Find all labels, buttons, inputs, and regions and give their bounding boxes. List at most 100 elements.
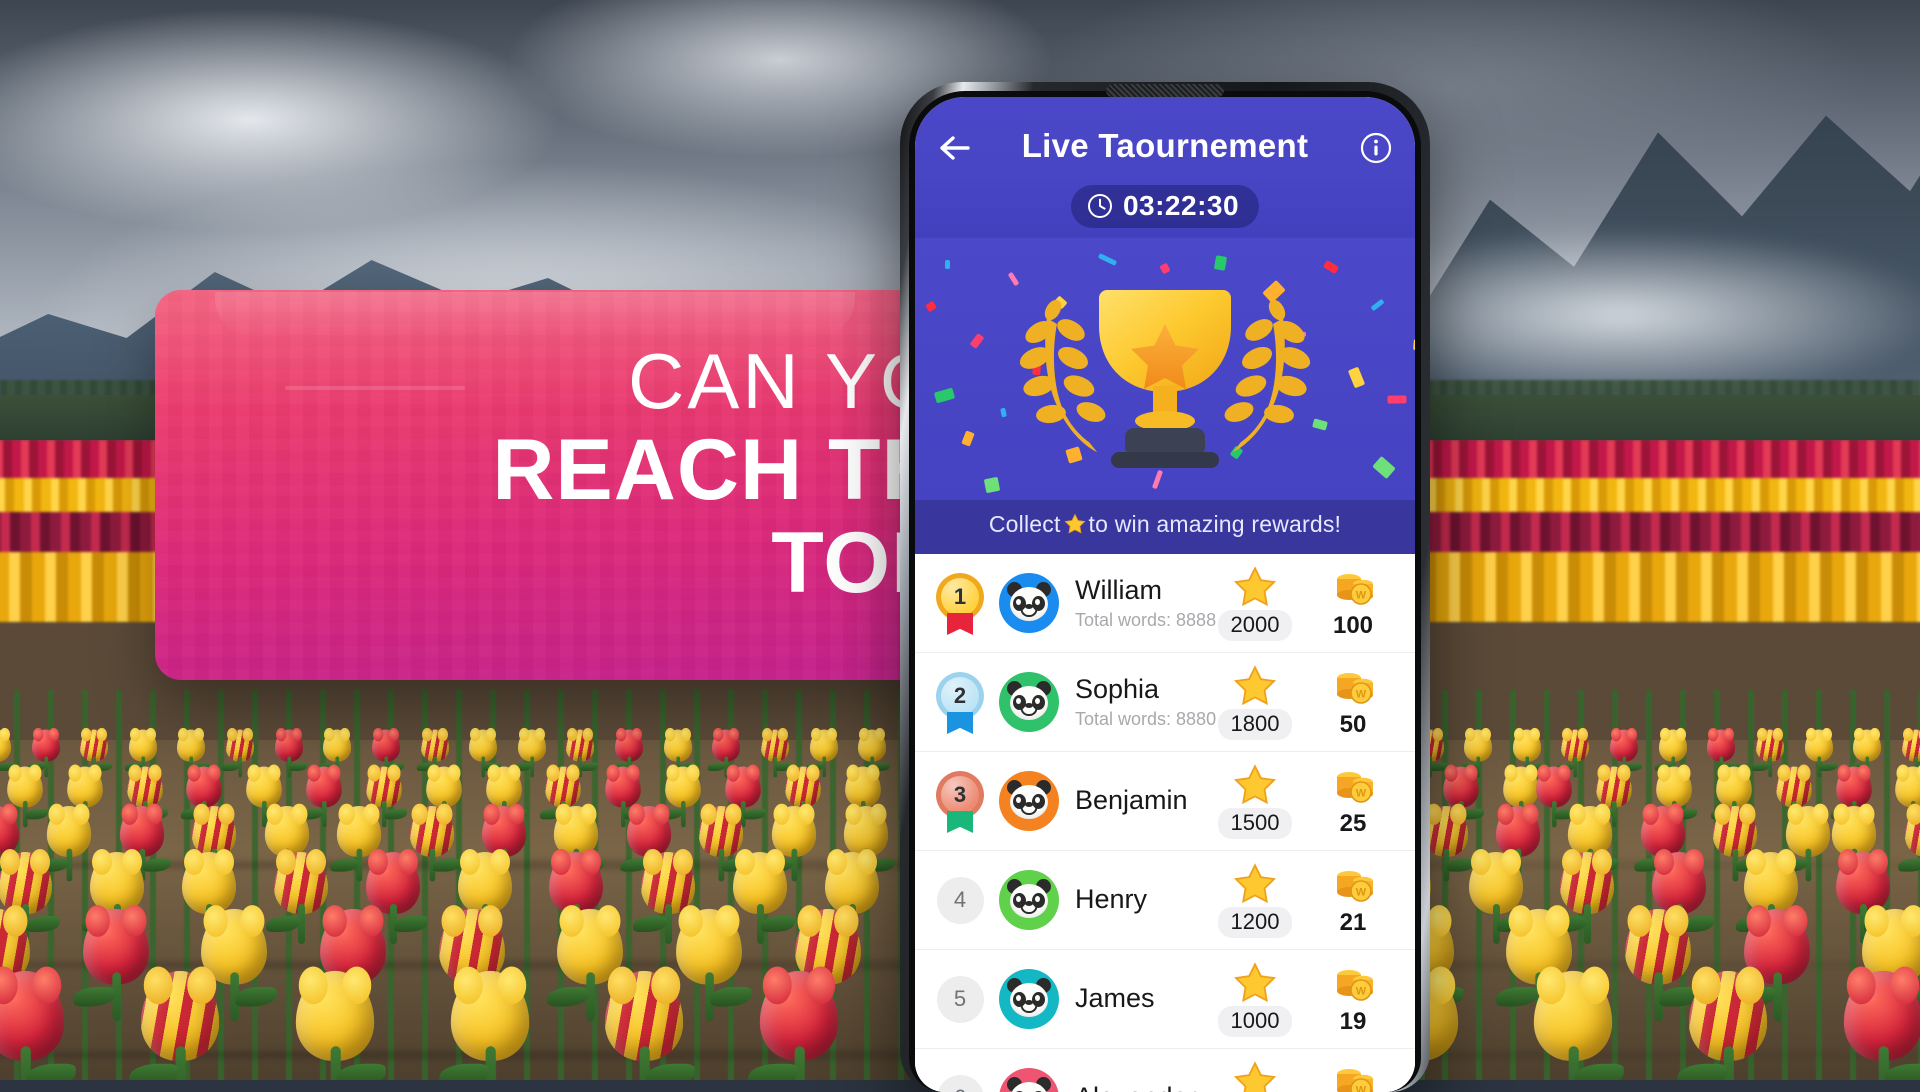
player-cell: Benjamin <box>1059 785 1203 816</box>
table-row[interactable]: 6 Alexander800W15 <box>915 1049 1415 1092</box>
top-bar: Live Taournement <box>915 123 1415 185</box>
avatar <box>999 672 1059 732</box>
trophy-illustration <box>985 246 1345 496</box>
svg-text:W: W <box>1356 1084 1367 1092</box>
rank-cell: 6 <box>929 1075 991 1092</box>
clock-icon <box>1087 193 1113 219</box>
svg-text:W: W <box>1356 787 1367 799</box>
coin-value: 100 <box>1307 612 1399 640</box>
star-icon <box>1203 763 1307 807</box>
table-row[interactable]: 3 Benjamin 1500 W 25 <box>915 752 1415 851</box>
coin-value: 21 <box>1307 909 1399 937</box>
player-name: Benjamin <box>1075 785 1203 816</box>
laurel-icon <box>1222 297 1314 452</box>
rank-badge: 5 <box>937 976 984 1023</box>
star-icon <box>1203 862 1307 906</box>
medal-icon: 1 <box>934 573 986 633</box>
coin-cell: W 25 <box>1307 765 1399 838</box>
player-name: William <box>1075 575 1203 606</box>
star-value: 2000 <box>1218 610 1293 641</box>
avatar <box>999 969 1059 1029</box>
player-cell: James <box>1059 983 1203 1014</box>
hero-banner <box>915 238 1415 500</box>
rank-cell: 2 <box>929 672 991 732</box>
star-icon <box>1203 961 1307 1005</box>
rank-cell: 4 <box>929 877 991 924</box>
coin-cell: W 21 <box>1307 864 1399 937</box>
coin-value: 19 <box>1307 1008 1399 1036</box>
player-cell: Henry <box>1059 884 1203 915</box>
trophy-icon <box>1099 290 1231 468</box>
star-cell: 1000 <box>1203 961 1307 1037</box>
avatar <box>999 771 1059 831</box>
coin-cell: W 19 <box>1307 963 1399 1036</box>
player-subtitle: Total words: 8888 <box>1075 610 1203 631</box>
player-name: Alexander <box>1075 1082 1203 1092</box>
star-cell: 1800 <box>1203 664 1307 740</box>
promo-line-2: REACH THE <box>197 424 1003 517</box>
countdown-timer: 03:22:30 <box>1071 185 1259 228</box>
player-cell: William Total words: 8888 <box>1059 575 1203 630</box>
page-title: Live Taournement <box>915 127 1415 165</box>
rank-badge: 6 <box>937 1075 984 1092</box>
cta-banner: Collect to win amazing rewards! <box>915 500 1415 554</box>
table-row[interactable]: 4 Henry 1200 W 21 <box>915 851 1415 950</box>
star-cell: 1200 <box>1203 862 1307 938</box>
coin-cell: W 100 <box>1307 567 1399 640</box>
coin-stack-icon: W <box>1307 567 1399 611</box>
avatar <box>999 573 1059 633</box>
medal-icon: 3 <box>934 771 986 831</box>
player-cell: Sophia Total words: 8880 <box>1059 674 1203 729</box>
info-circle-icon[interactable] <box>1359 131 1393 165</box>
star-value: 1500 <box>1218 808 1293 839</box>
promo-sheen <box>215 292 855 338</box>
timer-area: 03:22:30 <box>915 185 1415 238</box>
star-value: 1200 <box>1218 907 1293 938</box>
star-icon <box>1203 1060 1307 1092</box>
player-name: Sophia <box>1075 674 1203 705</box>
phone-screen: Live Taournement <box>915 97 1415 1092</box>
coin-cell: W 50 <box>1307 666 1399 739</box>
laurel-icon <box>1017 297 1109 452</box>
table-row[interactable]: 2 Sophia Total words: 8880 1800 W 50 <box>915 653 1415 752</box>
svg-text:W: W <box>1356 985 1367 997</box>
player-cell: Alexander <box>1059 1082 1203 1092</box>
star-icon <box>1203 565 1307 609</box>
avatar <box>999 1068 1059 1092</box>
star-cell: 1500 <box>1203 763 1307 839</box>
coin-cell: W15 <box>1307 1062 1399 1092</box>
app-header: Live Taournement <box>915 97 1415 238</box>
coin-value: 50 <box>1307 711 1399 739</box>
medal-icon: 2 <box>934 672 986 732</box>
player-name: Henry <box>1075 884 1203 915</box>
coin-stack-icon: W <box>1307 1062 1399 1092</box>
avatar <box>999 870 1059 930</box>
coin-stack-icon: W <box>1307 666 1399 710</box>
timer-value: 03:22:30 <box>1123 190 1239 222</box>
promo-line-3: TOP? <box>197 517 1003 610</box>
earpiece-speaker <box>1106 84 1224 97</box>
coin-stack-icon: W <box>1307 864 1399 908</box>
leaderboard[interactable]: 1 William Total words: 8888 2000 W 100 2 Sophia… <box>915 554 1415 1092</box>
rank-cell: 5 <box>929 976 991 1023</box>
coin-stack-icon: W <box>1307 963 1399 1007</box>
svg-text:W: W <box>1356 688 1367 700</box>
promo-text-block: CAN YOU REACH THE TOP? <box>197 342 1003 610</box>
rank-cell: 1 <box>929 573 991 633</box>
promo-line-1: CAN YOU <box>197 342 1003 420</box>
star-value: 1000 <box>1218 1006 1293 1037</box>
cta-suffix: to win amazing rewards! <box>1089 511 1342 537</box>
svg-text:W: W <box>1356 886 1367 898</box>
star-icon <box>1203 664 1307 708</box>
player-subtitle: Total words: 8880 <box>1075 709 1203 730</box>
star-cell: 800 <box>1203 1060 1307 1092</box>
table-row[interactable]: 1 William Total words: 8888 2000 W 100 <box>915 554 1415 653</box>
rank-badge: 4 <box>937 877 984 924</box>
cta-prefix: Collect <box>989 511 1061 537</box>
rank-cell: 3 <box>929 771 991 831</box>
table-row[interactable]: 5 James 1000 W 19 <box>915 950 1415 1049</box>
coin-value: 25 <box>1307 810 1399 838</box>
player-name: James <box>1075 983 1203 1014</box>
svg-text:W: W <box>1356 589 1367 601</box>
star-value: 1800 <box>1218 709 1293 740</box>
